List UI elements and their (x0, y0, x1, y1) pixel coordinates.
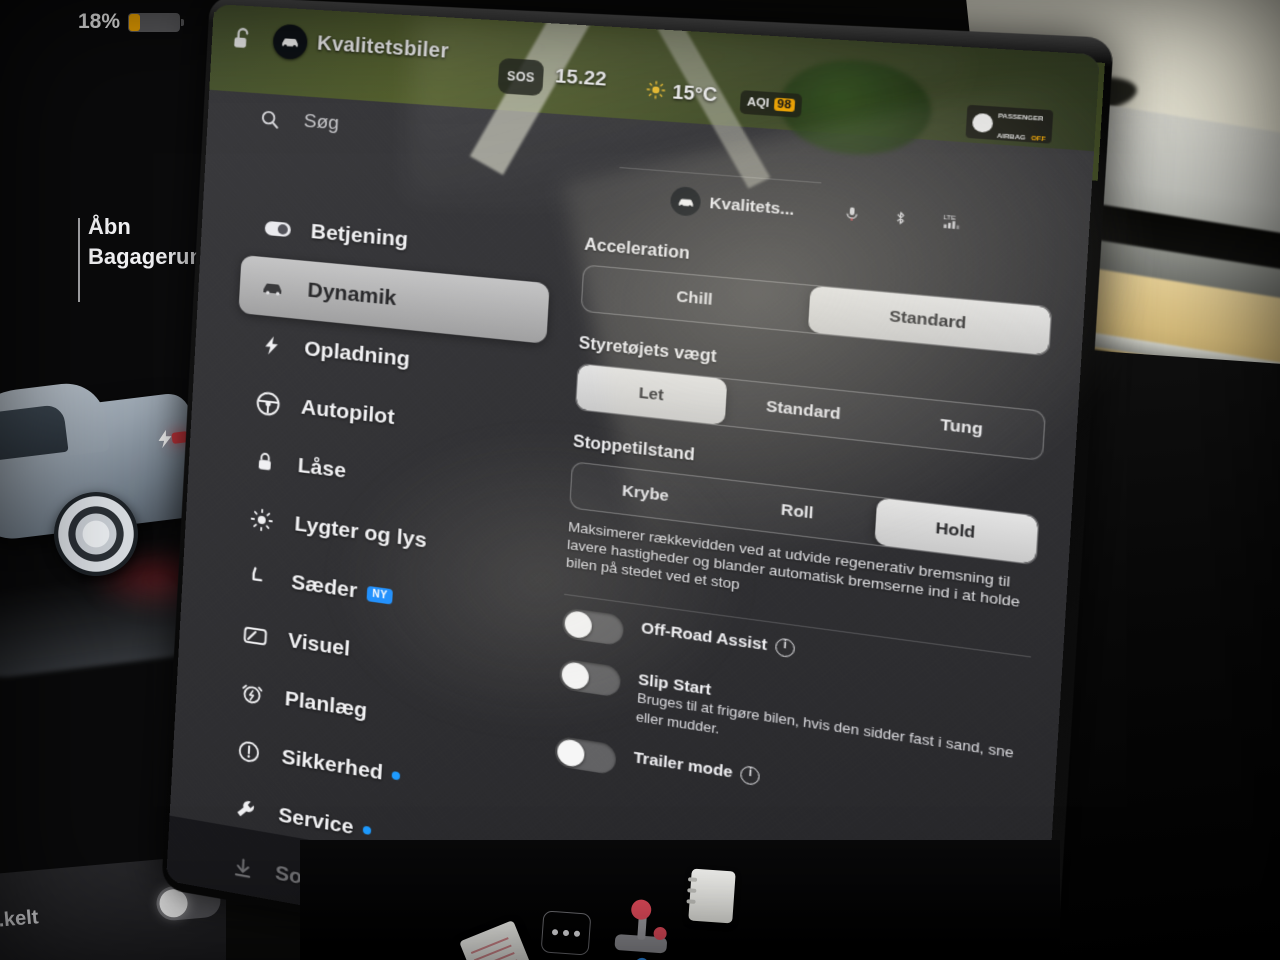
sidebar-item-label: Sæder (291, 570, 358, 603)
search-input[interactable]: Søg (303, 111, 339, 136)
toggle-icon (260, 212, 295, 245)
sidebar-item-label: Planlæg (284, 687, 368, 724)
trunk-label-line1: Åbn (88, 212, 209, 242)
steering-wheel-icon (251, 387, 286, 421)
car-reflection (0, 567, 191, 682)
status-icons-group: LTE (842, 204, 967, 239)
battery-indicator: 18% (78, 10, 180, 34)
slip-start-toggle[interactable] (559, 658, 621, 697)
off-road-assist-toggle[interactable] (562, 607, 624, 646)
airbag-state: OFF (1031, 136, 1046, 144)
notification-dot (362, 826, 371, 835)
acceleration-option-chill[interactable]: Chill (582, 266, 811, 333)
sidebar-item-label: Betjening (310, 220, 409, 253)
sidebar-item-label: Service (278, 803, 354, 840)
unlock-icon[interactable] (229, 25, 256, 53)
charge-bolt-icon (154, 425, 176, 453)
sos-button[interactable]: SOS (498, 58, 545, 96)
sidebar-item-label: Lygter og lys (294, 512, 428, 553)
seat-icon (241, 561, 276, 596)
notepad-object (688, 869, 736, 924)
sos-label: SOS (506, 69, 535, 85)
aqi-badge[interactable]: AQI 98 (740, 90, 803, 118)
sidebar-item-label: Sikkerhed (281, 745, 384, 786)
new-badge: NY (367, 585, 393, 604)
vehicle-avatar-icon (272, 24, 308, 60)
sidebar-item-label: Autopilot (300, 395, 395, 430)
lte-signal-icon[interactable]: LTE (939, 211, 967, 238)
open-trunk-control[interactable]: Åbn Bagagerum (66, 212, 209, 272)
dynamics-settings-panel: Acceleration Chill Standard Styretøjets … (553, 236, 1054, 861)
more-options-button[interactable] (541, 910, 592, 955)
car-icon (257, 271, 292, 304)
stopping-option-roll[interactable]: Roll (719, 480, 877, 545)
stopping-option-hold[interactable]: Hold (874, 498, 1038, 565)
sun-icon (645, 80, 666, 100)
trailer-mode-label: Trailer mode (633, 749, 733, 782)
trunk-label-line2: Bagagerum (88, 242, 209, 272)
trunk-accent-bar (78, 218, 80, 302)
battery-icon (128, 13, 180, 32)
wrench-icon (228, 792, 263, 828)
warning-icon (231, 734, 266, 769)
stopping-option-krybe[interactable]: Krybe (570, 462, 721, 525)
screenshot-root: 18% Åbn Bagagerum ...kelt Kvalitetsbiler… (0, 0, 1280, 960)
bottom-left-tile-label: ...kelt (0, 906, 39, 933)
profile-name: Kvalitets... (709, 194, 795, 219)
sidebar-item-label: Opladning (304, 337, 411, 372)
info-icon[interactable]: i (775, 637, 795, 658)
vehicle-name-row[interactable]: Kvalitetsbiler (272, 24, 449, 69)
microphone-icon[interactable] (842, 204, 862, 230)
sidebar-item-label: Dynamik (307, 278, 397, 311)
info-icon[interactable]: i (740, 765, 760, 786)
avatar (670, 186, 702, 217)
acceleration-option-standard[interactable]: Standard (808, 286, 1051, 355)
aqi-label: AQI (747, 96, 770, 110)
steering-option-tung[interactable]: Tung (880, 395, 1045, 459)
tesla-touchscreen[interactable]: Kvalitetsbiler SOS 15.22 15°C AQI 98 PAS… (166, 4, 1100, 960)
paper-card-object (459, 920, 543, 960)
airbag-line2: AIRBAG (997, 133, 1026, 142)
bolt-icon (254, 329, 289, 363)
lock-icon (247, 445, 282, 479)
steering-option-standard[interactable]: Standard (725, 379, 883, 442)
display-icon (238, 619, 273, 654)
brightness-icon (244, 503, 279, 537)
search-icon (258, 107, 281, 131)
sidebar-item-label: Låse (297, 454, 347, 484)
passenger-airbag-indicator: PASSENGER AIRBAG OFF (965, 105, 1053, 144)
sidebar-item-label: Visuel (287, 629, 350, 662)
driver-profile-button[interactable]: Kvalitets... (670, 186, 796, 225)
airbag-person-icon (972, 112, 994, 132)
trailer-mode-toggle[interactable] (554, 736, 616, 776)
center-console-tray (300, 840, 1060, 960)
notification-dot (392, 771, 401, 780)
vehicle-name: Kvalitetsbiler (317, 32, 450, 64)
stopping-mode-section: Stoppetilstand Krybe Roll Hold Maksimere… (566, 433, 1042, 632)
airbag-line1: PASSENGER (998, 113, 1044, 123)
clock: 15.22 (554, 66, 607, 92)
bluetooth-icon[interactable] (891, 207, 910, 234)
navigation-arrow-icon (222, 907, 257, 943)
outside-temperature: 15°C (672, 81, 718, 106)
steering-option-let[interactable]: Let (576, 364, 728, 425)
off-road-assist-label: Off-Road Assist (641, 619, 768, 654)
aqi-value: 98 (773, 98, 795, 112)
alarm-clock-icon (235, 676, 270, 711)
battery-percent: 18% (78, 10, 120, 34)
